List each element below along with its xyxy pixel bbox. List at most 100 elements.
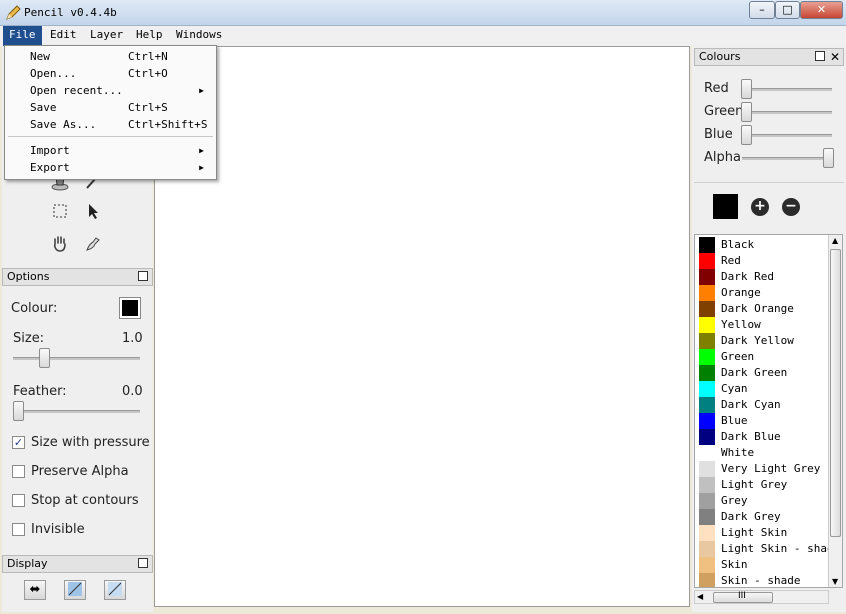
float-icon[interactable] bbox=[138, 271, 148, 281]
minimize-button[interactable]: – bbox=[749, 1, 775, 19]
feather-slider-handle[interactable] bbox=[13, 401, 24, 421]
palette-item-light-grey[interactable]: Light Grey bbox=[697, 477, 827, 493]
remove-colour-button[interactable]: − bbox=[782, 198, 800, 216]
palette-item-orange[interactable]: Orange bbox=[697, 285, 827, 301]
smudge-icon[interactable] bbox=[80, 233, 106, 257]
stop-at-contours-checkbox[interactable] bbox=[12, 494, 25, 507]
colour-palette-list: Black Red Dark Red Orange Dark Orange Yellow D… bbox=[694, 234, 843, 588]
drawing-canvas[interactable] bbox=[154, 46, 690, 607]
palette-item-dark-orange[interactable]: Dark Orange bbox=[697, 301, 827, 317]
palette-vertical-scrollbar[interactable]: ▲ ▼ bbox=[828, 235, 842, 587]
palette-item-label: Dark Red bbox=[721, 270, 774, 283]
alpha-slider-handle[interactable] bbox=[823, 148, 834, 168]
palette-item-skin-shade[interactable]: Skin - shade bbox=[697, 573, 827, 587]
size-slider-track[interactable] bbox=[13, 357, 140, 360]
alpha-slider-track[interactable] bbox=[742, 157, 832, 160]
menu-file[interactable]: File bbox=[3, 26, 42, 46]
palette-scroll-thumb[interactable] bbox=[830, 249, 841, 537]
palette-item-dark-blue[interactable]: Dark Blue bbox=[697, 429, 827, 445]
hscroll-grip: III bbox=[738, 591, 746, 601]
onion-skin-next-icon bbox=[108, 582, 122, 596]
select-icon[interactable] bbox=[47, 201, 73, 225]
palette-item-label: Dark Green bbox=[721, 366, 788, 379]
palette-item-dark-grey[interactable]: Dark Grey bbox=[697, 509, 827, 525]
palette-item-green[interactable]: Green bbox=[697, 349, 827, 365]
file-menu-export[interactable]: Export ▶ bbox=[5, 159, 216, 176]
colour-label: Colour: bbox=[11, 301, 58, 316]
file-menu-save[interactable]: Save Ctrl+S bbox=[5, 99, 216, 116]
blue-slider-handle[interactable] bbox=[741, 125, 752, 145]
palette-item-grey[interactable]: Grey bbox=[697, 493, 827, 509]
red-slider-handle[interactable] bbox=[741, 79, 752, 99]
palette-swatch bbox=[699, 397, 715, 413]
palette-item-label: Yellow bbox=[721, 318, 761, 331]
onion-skin-prev-icon bbox=[68, 582, 82, 596]
palette-item-blue[interactable]: Blue bbox=[697, 413, 827, 429]
menu-item-label: Save bbox=[30, 101, 57, 114]
palette-item-black[interactable]: Black bbox=[697, 237, 827, 253]
close-icon[interactable]: ✕ bbox=[830, 49, 840, 65]
palette-hscroll-thumb[interactable]: III bbox=[713, 591, 773, 603]
menu-windows[interactable]: Windows bbox=[170, 26, 228, 46]
menu-layer[interactable]: Layer bbox=[84, 26, 129, 46]
file-menu-open-recent[interactable]: Open recent... ▶ bbox=[5, 82, 216, 99]
add-colour-button[interactable]: + bbox=[751, 198, 769, 216]
palette-item-skin[interactable]: Skin bbox=[697, 557, 827, 573]
palette-item-dark-green[interactable]: Dark Green bbox=[697, 365, 827, 381]
palette-swatch bbox=[699, 541, 715, 557]
onion-next-button[interactable] bbox=[104, 580, 126, 600]
palette-item-dark-red[interactable]: Dark Red bbox=[697, 269, 827, 285]
file-menu-open[interactable]: Open... Ctrl+O bbox=[5, 65, 216, 82]
scroll-down-icon[interactable]: ▼ bbox=[832, 577, 838, 586]
palette-item-light-skin[interactable]: Light Skin bbox=[697, 525, 827, 541]
blue-slider-track[interactable] bbox=[742, 134, 832, 137]
close-button[interactable]: ✕ bbox=[800, 1, 843, 19]
palette-item-white[interactable]: White bbox=[697, 445, 827, 461]
hand-icon[interactable] bbox=[47, 233, 73, 257]
red-slider-track[interactable] bbox=[742, 88, 832, 91]
scroll-left-icon[interactable]: ◀ bbox=[697, 592, 703, 601]
menu-bar: File Edit Layer Help Windows bbox=[0, 26, 846, 46]
palette-item-label: Dark Yellow bbox=[721, 334, 794, 347]
flip-horizontal-button[interactable]: ⬌ bbox=[24, 580, 46, 600]
size-slider-handle[interactable] bbox=[39, 348, 50, 368]
menu-edit[interactable]: Edit bbox=[44, 26, 83, 46]
palette-swatch bbox=[699, 381, 715, 397]
palette-item-red[interactable]: Red bbox=[697, 253, 827, 269]
palette-swatch bbox=[699, 509, 715, 525]
palette-item-label: Light Grey bbox=[721, 478, 788, 491]
size-with-pressure-checkbox[interactable]: ✓ bbox=[12, 436, 25, 449]
menu-help[interactable]: Help bbox=[130, 26, 169, 46]
alpha-label: Alpha bbox=[704, 150, 741, 165]
invisible-checkbox[interactable] bbox=[12, 523, 25, 536]
palette-swatch bbox=[699, 493, 715, 509]
palette-item-dark-yellow[interactable]: Dark Yellow bbox=[697, 333, 827, 349]
file-menu-new[interactable]: New Ctrl+N bbox=[5, 48, 216, 65]
palette-item-yellow[interactable]: Yellow bbox=[697, 317, 827, 333]
scroll-up-icon[interactable]: ▲ bbox=[832, 236, 838, 245]
palette-item-very-light-grey[interactable]: Very Light Grey bbox=[697, 461, 827, 477]
menu-item-shortcut: Ctrl+O bbox=[128, 67, 168, 80]
palette-item-cyan[interactable]: Cyan bbox=[697, 381, 827, 397]
palette-item-label: Skin bbox=[721, 558, 748, 571]
float-icon[interactable] bbox=[138, 558, 148, 568]
colour-swatch bbox=[122, 300, 138, 316]
minus-icon: − bbox=[785, 198, 797, 214]
palette-horizontal-scrollbar[interactable]: ◀ III bbox=[694, 590, 829, 604]
feather-slider-track[interactable] bbox=[13, 410, 140, 413]
palette-item-label: Very Light Grey bbox=[721, 462, 821, 475]
maximize-button[interactable]: □ bbox=[775, 1, 800, 19]
colour-swatch-button[interactable] bbox=[119, 297, 141, 319]
pointer-icon[interactable] bbox=[80, 201, 106, 225]
green-slider-track[interactable] bbox=[742, 111, 832, 114]
palette-swatch bbox=[699, 557, 715, 573]
green-slider-handle[interactable] bbox=[741, 102, 752, 122]
file-menu-save-as[interactable]: Save As... Ctrl+Shift+S bbox=[5, 116, 216, 133]
palette-item-dark-cyan[interactable]: Dark Cyan bbox=[697, 397, 827, 413]
palette-item-light-skin-shade[interactable]: Light Skin - shade bbox=[697, 541, 840, 557]
preserve-alpha-checkbox[interactable] bbox=[12, 465, 25, 478]
float-icon[interactable] bbox=[815, 51, 825, 61]
green-label: Green bbox=[704, 104, 744, 119]
onion-prev-button[interactable] bbox=[64, 580, 86, 600]
file-menu-import[interactable]: Import ▶ bbox=[5, 142, 216, 159]
